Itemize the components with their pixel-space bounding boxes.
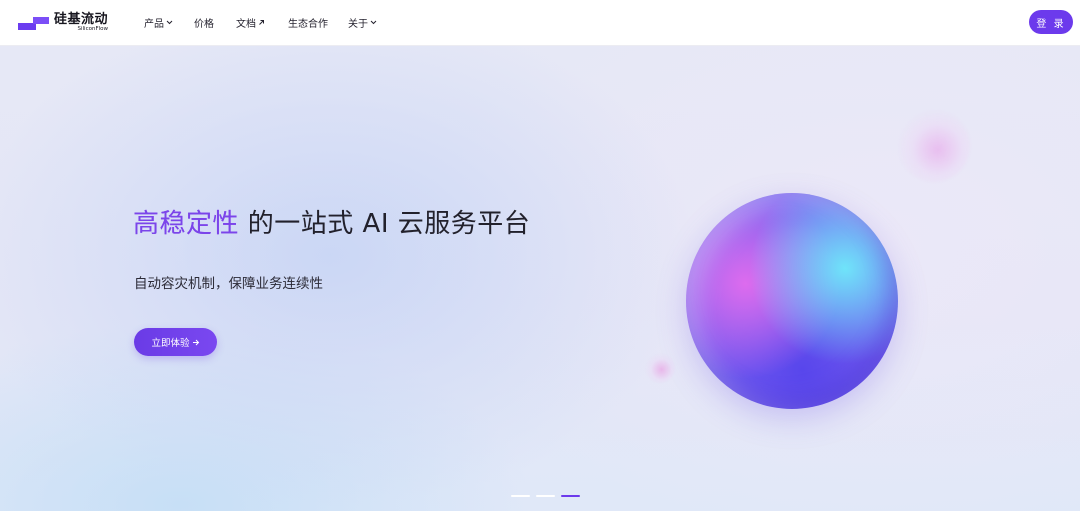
hero-sphere-graphic — [686, 193, 898, 409]
external-link-icon — [258, 19, 265, 26]
hero-banner: 高稳定性 的一站式 AI 云服务平台 自动容灾机制，保障业务连续性 立即体验 — [0, 45, 1080, 511]
nav-item-docs[interactable]: 文档 — [236, 0, 288, 45]
try-now-label: 立即体验 — [151, 338, 190, 349]
arrow-right-icon — [192, 339, 200, 346]
chevron-down-icon — [370, 20, 377, 25]
brand-name-en: SiliconFlow — [77, 26, 109, 33]
nav-item-label: 文档 — [236, 19, 256, 30]
main-nav: 产品 价格 文档 生态合作 关于 — [144, 0, 388, 45]
nav-item-label: 产品 — [144, 19, 164, 30]
carousel-dot-2[interactable] — [536, 495, 555, 497]
nav-item-label: 生态合作 — [288, 19, 328, 30]
page: 硅基流动 SiliconFlow 产品 价格 文档 生态合作 关于 登 录 高稳… — [0, 0, 1080, 511]
brand-logo[interactable]: 硅基流动 SiliconFlow — [18, 12, 108, 34]
nav-item-pricing[interactable]: 价格 — [194, 0, 236, 45]
nav-item-products[interactable]: 产品 — [144, 0, 194, 45]
try-now-button[interactable]: 立即体验 — [134, 328, 217, 356]
nav-item-ecosystem[interactable]: 生态合作 — [288, 0, 348, 45]
hero-title-accent: 高稳定性 — [133, 209, 240, 239]
nav-item-label: 关于 — [348, 19, 368, 30]
hero-title-rest: 的一站式 AI 云服务平台 — [239, 209, 531, 239]
decorative-bubble — [645, 353, 675, 383]
top-navbar: 硅基流动 SiliconFlow 产品 价格 文档 生态合作 关于 登 录 — [0, 0, 1080, 46]
hero-title: 高稳定性 的一站式 AI 云服务平台 — [133, 203, 530, 240]
carousel-indicators — [511, 495, 580, 497]
decorative-bubble — [898, 110, 970, 182]
nav-item-label: 价格 — [194, 19, 214, 30]
siliconflow-logo-icon — [18, 16, 49, 30]
carousel-dot-3[interactable] — [561, 495, 580, 497]
hero-subtitle: 自动容灾机制，保障业务连续性 — [134, 276, 323, 292]
nav-item-about[interactable]: 关于 — [348, 0, 388, 45]
login-button[interactable]: 登 录 — [1029, 10, 1073, 34]
chevron-down-icon — [166, 20, 173, 25]
brand-wordmark: 硅基流动 SiliconFlow — [54, 13, 108, 33]
carousel-dot-1[interactable] — [511, 495, 530, 497]
brand-name-cn: 硅基流动 — [54, 12, 109, 28]
